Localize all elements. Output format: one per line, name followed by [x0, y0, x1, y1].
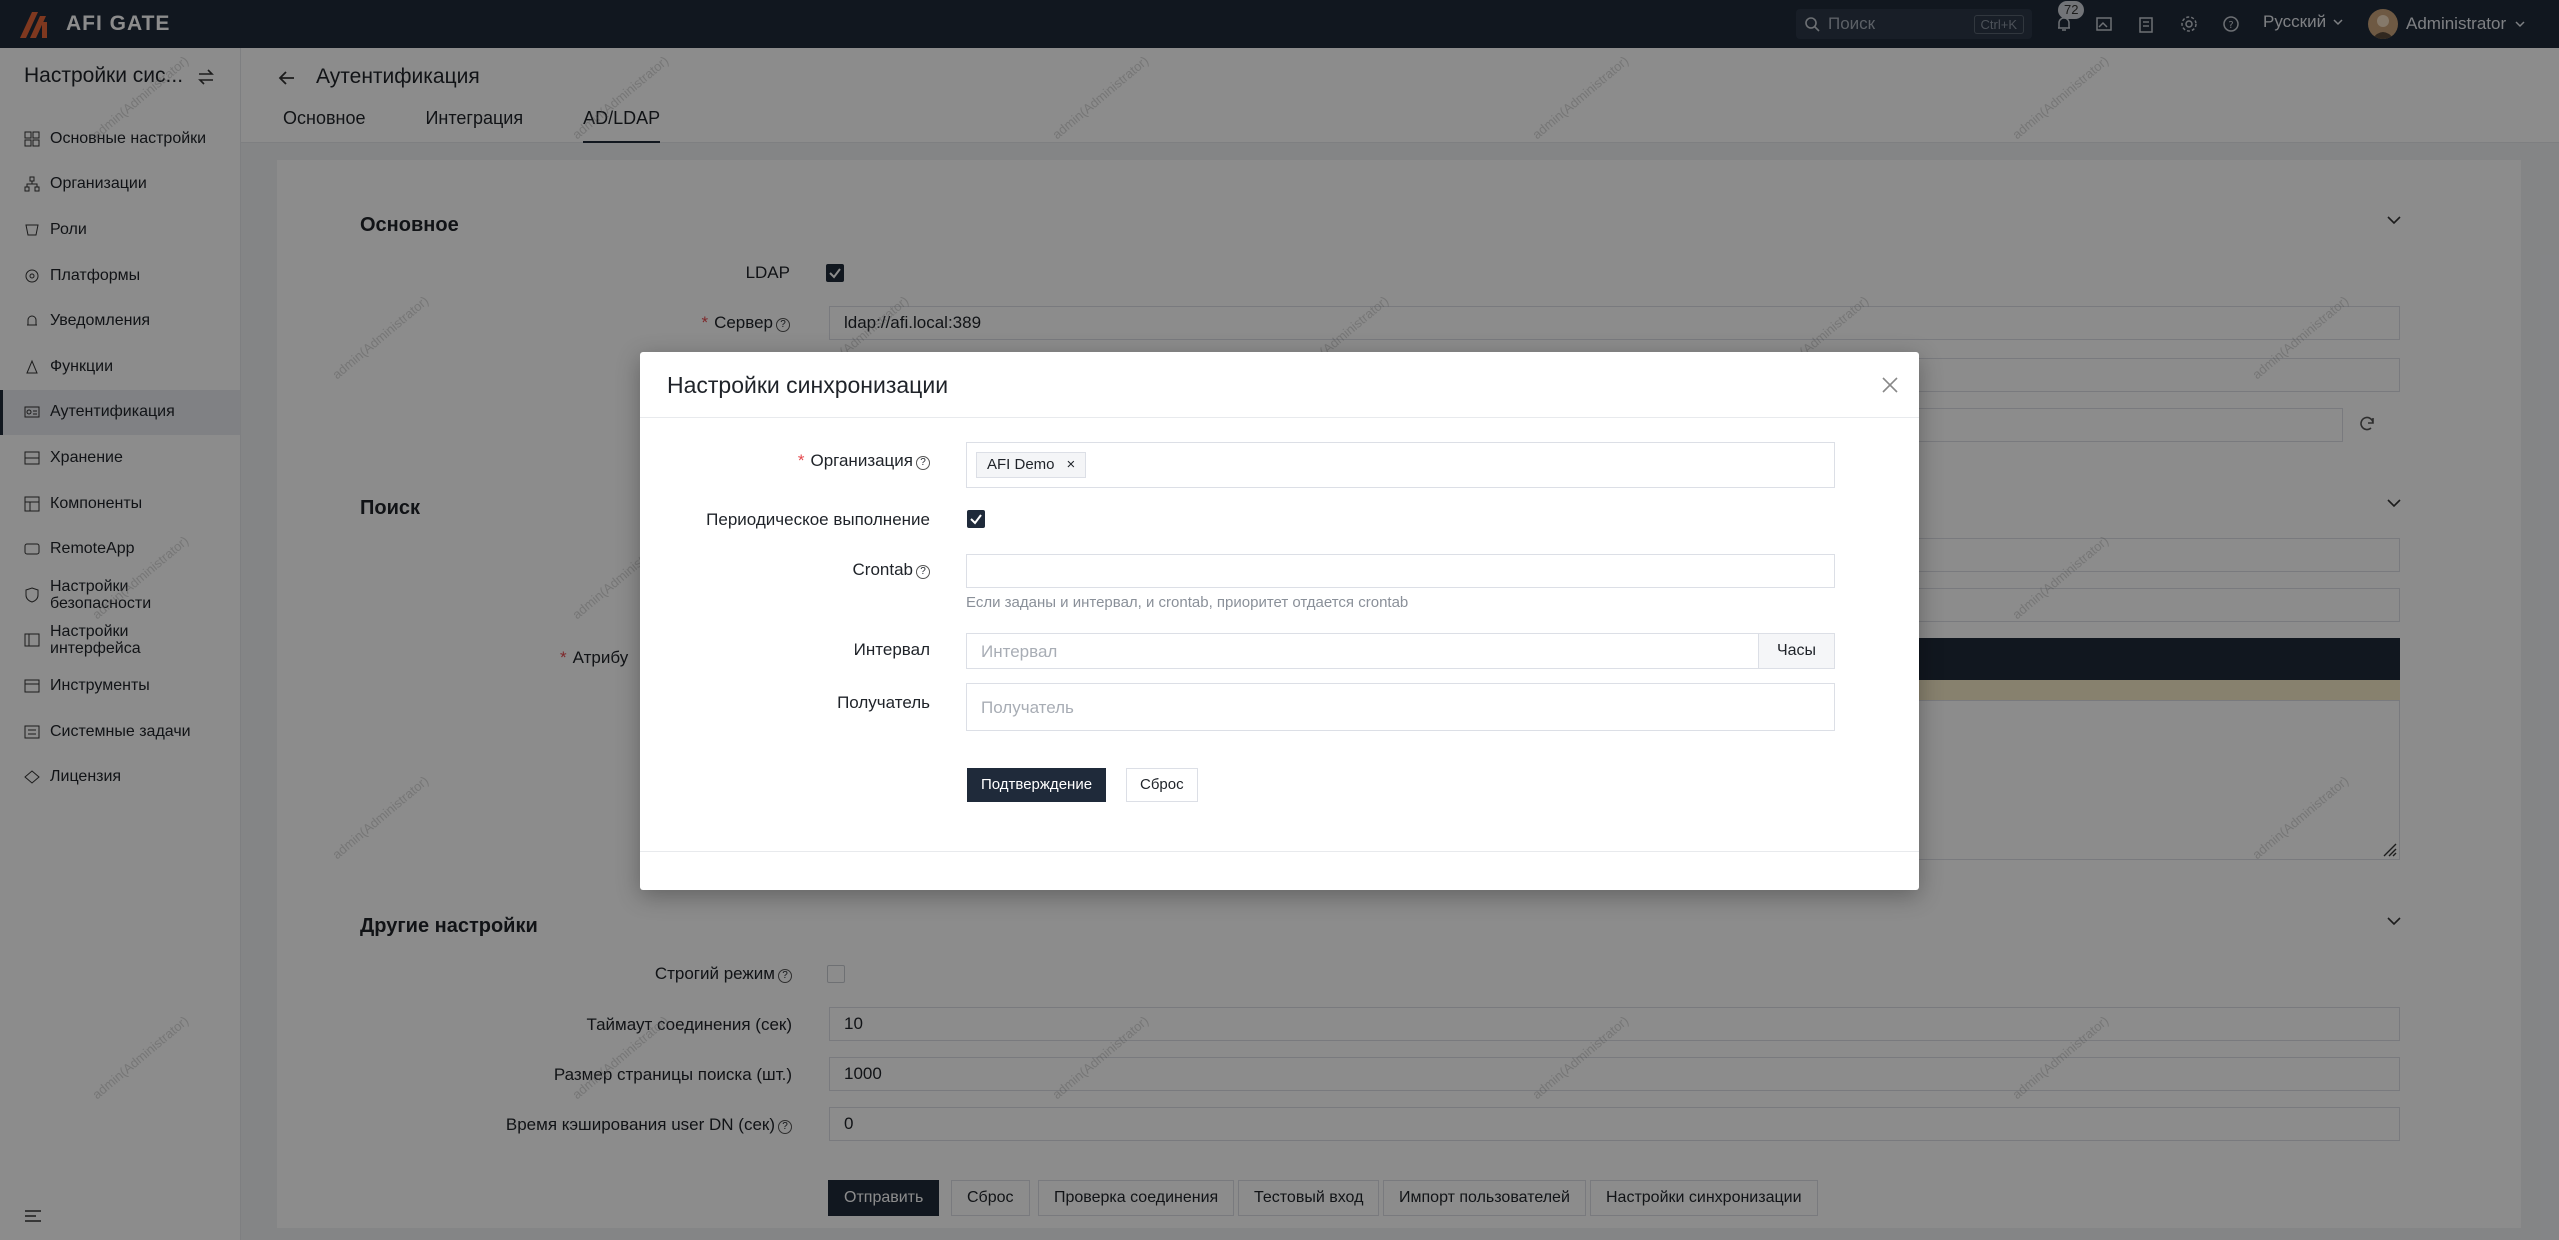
help-icon: ? — [916, 456, 930, 470]
close-icon[interactable] — [1881, 376, 1899, 394]
org-tag-label: AFI Demo — [987, 456, 1055, 473]
modal-header: Настройки синхронизации — [640, 352, 1919, 418]
sync-settings-modal: Настройки синхронизации * Организация? AF… — [640, 352, 1919, 890]
modal-title: Настройки синхронизации — [667, 372, 949, 398]
crontab-hint: Если заданы и интервал, и crontab, приор… — [966, 594, 1409, 611]
crontab-input[interactable] — [966, 554, 1835, 588]
recipient-select[interactable]: Получатель — [966, 683, 1835, 731]
confirm-button[interactable]: Подтверждение — [967, 768, 1107, 802]
crontab-label: Crontab? — [853, 560, 930, 580]
interval-label: Интервал — [853, 640, 930, 659]
modal-footer — [640, 851, 1919, 852]
org-tag: AFI Demo × — [976, 452, 1087, 478]
periodic-label: Периодическое выполнение — [706, 510, 930, 529]
organization-select[interactable]: AFI Demo × — [966, 442, 1835, 488]
recipient-label: Получатель — [837, 693, 930, 712]
help-icon: ? — [916, 565, 930, 579]
interval-placeholder: Интервал — [981, 642, 1058, 661]
modal-reset-button[interactable]: Сброс — [1126, 768, 1198, 802]
interval-unit: Часы — [1758, 634, 1834, 668]
periodic-checkbox[interactable] — [967, 510, 985, 528]
recipient-placeholder: Получатель — [981, 698, 1074, 717]
check-icon — [970, 514, 982, 525]
organization-label: * Организация? — [798, 451, 930, 471]
interval-input[interactable]: Интервал Часы — [966, 633, 1835, 669]
tag-remove-icon[interactable]: × — [1067, 453, 1076, 477]
